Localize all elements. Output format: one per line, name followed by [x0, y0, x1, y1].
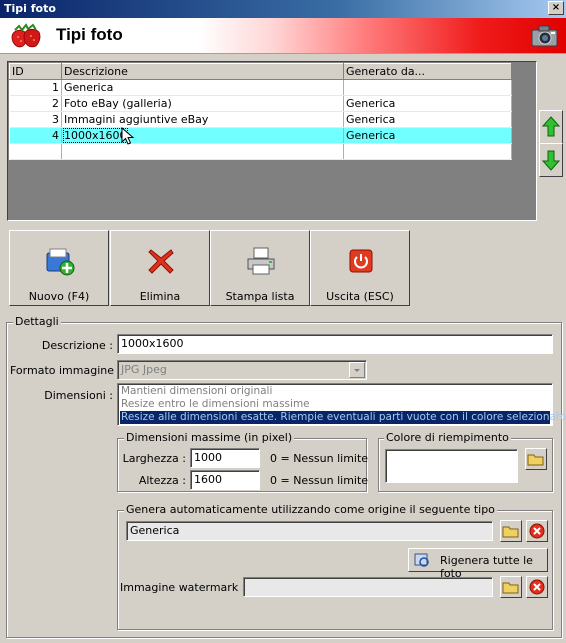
table-row[interactable]: 3 Immagini aggiuntive eBay Generica	[9, 111, 512, 128]
close-window-button[interactable]: ×	[548, 1, 564, 15]
watermark-field[interactable]	[243, 577, 493, 597]
clear-source-type-button[interactable]	[526, 520, 548, 542]
table-row-selected[interactable]: 4 1000x1600 Generica	[9, 127, 512, 144]
cell-empty	[61, 143, 344, 160]
mouse-cursor-icon	[121, 127, 135, 145]
photo-types-grid-area: ID Descrizione Generato da... 1 Generica…	[7, 61, 537, 221]
browse-source-type-button[interactable]	[500, 520, 522, 542]
new-button-label: Nuovo (F4)	[28, 290, 90, 303]
cell-empty	[343, 143, 512, 160]
regenerate-all-photos-button[interactable]: Rigenera tutte le foto	[408, 548, 548, 580]
delete-button-label: Elimina	[139, 290, 181, 303]
new-folder-icon	[46, 248, 75, 276]
window-title-bar: Tipi foto ×	[0, 0, 566, 18]
exit-button-label: Uscita (ESC)	[326, 290, 394, 303]
auto-generate-legend: Genera automaticamente utilizzando come …	[124, 503, 497, 516]
power-icon	[349, 249, 373, 273]
image-format-label: Formato immagine :	[10, 364, 122, 377]
image-format-value: JPG Jpeg	[121, 363, 167, 376]
dimensions-listbox[interactable]: Mantieni dimensioni originali Resize ent…	[117, 383, 566, 426]
pick-fill-color-button[interactable]	[525, 448, 547, 470]
fill-color-legend: Colore di riempimento	[384, 431, 511, 444]
dimensions-option-selected[interactable]: Resize alle dimensioni esatte. Riempie e…	[120, 411, 566, 424]
max-dimensions-legend: Dimensioni massime (in pixel)	[124, 431, 295, 444]
cell-generated-from: Generica	[343, 127, 512, 144]
regenerate-icon	[414, 553, 429, 567]
cell-generated-from: Generica	[343, 111, 512, 128]
cell-description: 1000x1600	[61, 127, 344, 144]
photo-types-table: ID Descrizione Generato da... 1 Generica…	[9, 63, 512, 160]
new-button[interactable]: Nuovo (F4)	[9, 230, 109, 306]
description-label: Descrizione :	[41, 339, 113, 352]
cell-description: Immagini aggiuntive eBay	[61, 111, 344, 128]
delete-circle-icon	[529, 523, 545, 539]
arrow-down-icon	[541, 150, 561, 171]
cell-id: 1	[9, 79, 62, 96]
table-row[interactable]: 1 Generica	[9, 79, 512, 96]
cell-empty	[9, 143, 62, 160]
delete-circle-icon	[529, 579, 545, 595]
delete-button[interactable]: Elimina	[110, 230, 210, 306]
height-field[interactable]: 1600	[190, 470, 260, 490]
print-list-button-label: Stampa lista	[225, 290, 295, 303]
window-title: Tipi foto	[4, 2, 56, 15]
exit-button[interactable]: Uscita (ESC)	[310, 230, 410, 306]
table-row-empty[interactable]	[9, 143, 512, 160]
move-down-button[interactable]	[539, 143, 563, 177]
chevron-down-icon	[354, 369, 360, 372]
fill-color-swatch[interactable]	[385, 449, 518, 483]
move-up-button[interactable]	[539, 110, 563, 144]
column-header-id[interactable]: ID	[9, 63, 62, 80]
dimensions-option[interactable]: Resize entro le dimensioni massime	[120, 398, 550, 411]
camera-icon	[531, 25, 558, 47]
cell-id: 4	[9, 127, 62, 144]
header-banner: Tipi foto	[0, 18, 566, 54]
description-field[interactable]: 1000x1600	[117, 334, 553, 354]
folder-icon	[502, 582, 519, 594]
folder-icon	[502, 526, 519, 538]
cell-description-text: 1000x1600	[63, 128, 128, 143]
source-type-field[interactable]: Generica	[126, 521, 493, 541]
watermark-label: Immagine watermark :	[120, 581, 246, 594]
height-label: Altezza :	[138, 474, 186, 487]
table-row[interactable]: 2 Foto eBay (galleria) Generica	[9, 95, 512, 112]
image-format-select[interactable]: JPG Jpeg	[117, 360, 367, 380]
table-header-row: ID Descrizione Generato da...	[9, 63, 512, 80]
cell-generated-from: Generica	[343, 95, 512, 112]
arrow-up-icon	[541, 116, 561, 137]
column-header-description[interactable]: Descrizione	[61, 63, 344, 80]
dimensions-option[interactable]: Mantieni dimensioni originali	[120, 385, 550, 398]
strawberries-icon	[11, 23, 41, 48]
printer-icon	[247, 247, 275, 275]
folder-icon	[527, 454, 544, 466]
page-title: Tipi foto	[56, 25, 123, 44]
details-legend: Dettagli	[13, 315, 61, 328]
clear-watermark-button[interactable]	[526, 576, 548, 598]
cell-description: Foto eBay (galleria)	[61, 95, 344, 112]
dimensions-label: Dimensioni :	[44, 389, 113, 402]
cell-id: 3	[9, 111, 62, 128]
delete-x-icon	[148, 249, 174, 274]
width-label: Larghezza :	[122, 452, 186, 465]
cell-id: 2	[9, 95, 62, 112]
column-header-generated-from[interactable]: Generato da...	[343, 63, 512, 80]
print-list-button[interactable]: Stampa lista	[210, 230, 310, 306]
width-no-limit-hint: 0 = Nessun limite	[270, 452, 369, 465]
browse-watermark-button[interactable]	[500, 576, 522, 598]
width-field[interactable]: 1000	[190, 448, 260, 468]
cell-description: Generica	[61, 79, 344, 96]
height-no-limit-hint: 0 = Nessun limite	[270, 474, 369, 487]
cell-generated-from	[343, 79, 512, 96]
image-format-dropdown-button[interactable]	[349, 362, 365, 378]
